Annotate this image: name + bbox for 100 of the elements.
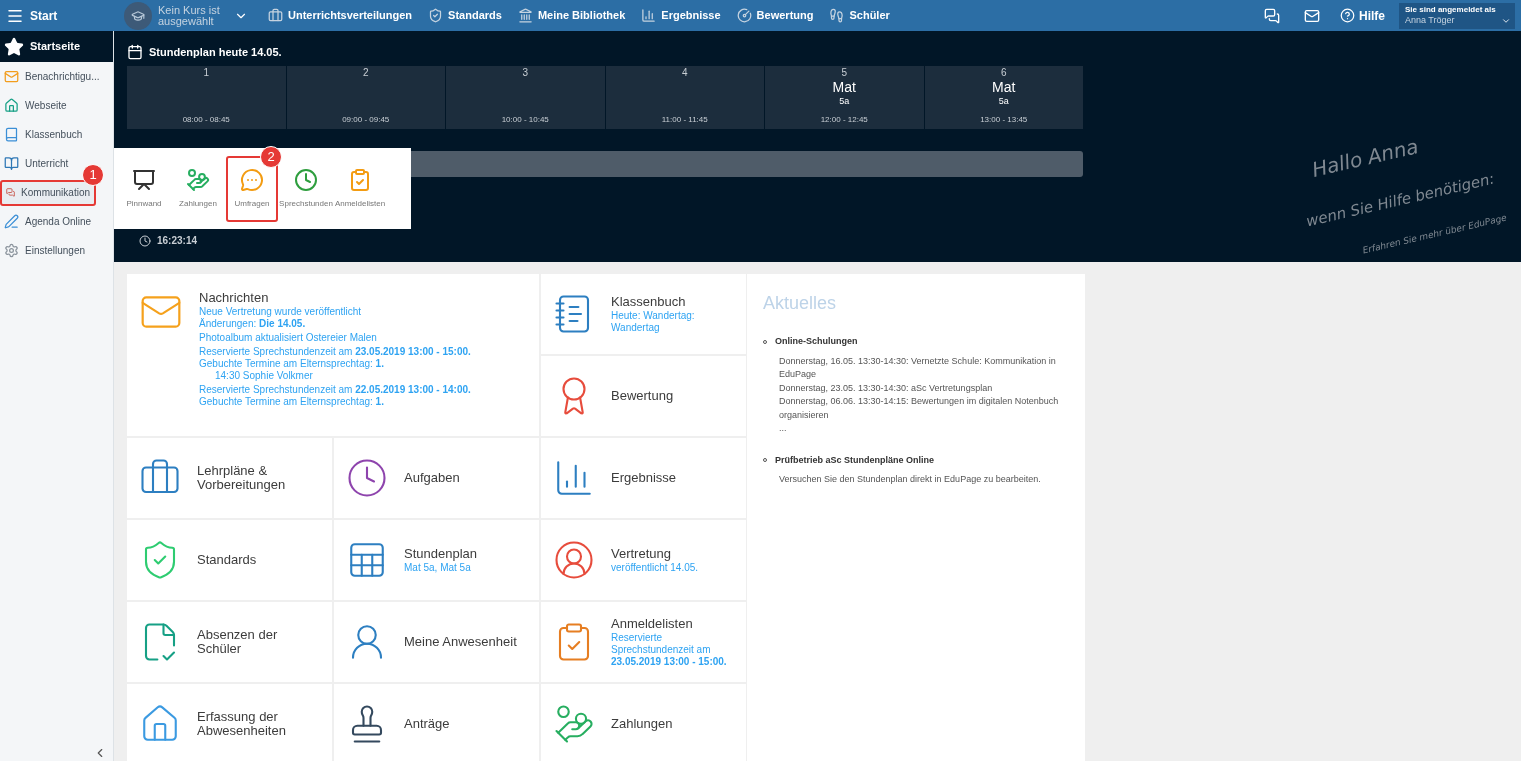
nav-link[interactable]: Bewertung — [736, 7, 814, 24]
popup-item[interactable]: Zahlungen — [172, 155, 224, 222]
news-line: Donnerstag, 16.05. 13:30-14:30: Vernetzte Schule: Kommunikation in EduPage — [779, 354, 1057, 381]
star-icon — [4, 36, 24, 57]
dashboard-tile[interactable]: Ergebnisse — [541, 438, 746, 518]
open-book-icon — [4, 156, 19, 171]
period-number: 4 — [681, 67, 688, 79]
timetable-cell[interactable]: 5 Mat 5a 12:00 - 12:45 — [765, 66, 924, 129]
dashboard-tile[interactable]: Zahlungen — [541, 684, 746, 761]
class-name: 5a — [839, 95, 850, 107]
period-time: 08:00 - 08:45 — [182, 114, 230, 126]
dashboard-tile[interactable]: Lehrpläne & Vorbereitungen — [127, 438, 332, 518]
dashboard-tile[interactable]: Anmeldelisten Reservierte Sprechstundenzeit am 23.05.2019 13:00 - 15:00. — [541, 602, 746, 682]
dashboard-tile[interactable]: Bewertung — [541, 356, 746, 436]
start-menu-button[interactable]: Start — [0, 0, 114, 31]
dashboard-tile[interactable]: Standards — [127, 520, 332, 600]
tile-title: Zahlungen — [611, 717, 673, 731]
tile-title: Stundenplan — [404, 546, 477, 561]
dashboard-tile[interactable]: Absenzen der Schüler — [127, 602, 332, 682]
nav-link[interactable]: Schüler — [829, 7, 890, 24]
mail-icon[interactable] — [1304, 7, 1320, 24]
shield-icon — [428, 8, 444, 23]
chat-icon[interactable] — [1264, 7, 1280, 24]
timetable-cell[interactable]: 1 08:00 - 08:45 — [127, 66, 286, 129]
tile-title: Ergebnisse — [611, 471, 677, 485]
timetable-cell[interactable]: 4 11:00 - 11:45 — [605, 66, 764, 129]
user-menu[interactable]: Sie sind angemeldet als Anna Tröger — [1399, 2, 1515, 29]
number-badge: 1 — [82, 164, 104, 186]
tile-title: Absenzen der Schüler — [197, 628, 279, 656]
user-name: Anna Tröger — [1405, 15, 1455, 26]
nav-link[interactable]: Meine Bibliothek — [517, 7, 626, 24]
clipboard-check-icon — [348, 167, 372, 192]
tile-subtitle: veröffentlicht 14.05. — [611, 561, 699, 574]
help-button[interactable]: Hilfe — [1340, 6, 1385, 25]
briefcase-icon — [268, 8, 283, 23]
clock-icon — [139, 234, 151, 247]
easel-icon — [132, 167, 156, 192]
chat-bubble-icon — [240, 167, 264, 192]
tile-title: Anträge — [404, 717, 450, 731]
subject-name: Mat — [832, 79, 856, 95]
graduation-cap-icon — [131, 8, 145, 23]
news-title: Aktuelles — [763, 292, 838, 315]
popup-item[interactable]: Anmeldelisten — [334, 155, 386, 222]
home-item[interactable]: Startseite — [0, 31, 113, 62]
sidebar-item[interactable]: Agenda Online — [0, 208, 110, 235]
course-selector[interactable]: Kein Kurs ist ausgewählt — [158, 4, 266, 27]
period-number: 1 — [203, 67, 210, 79]
dashboard-tile[interactable]: Meine Anwesenheit — [334, 602, 539, 682]
person-circle-icon — [553, 539, 595, 581]
tile-title: Klassenbuch — [611, 294, 687, 309]
money-hand-icon — [553, 703, 595, 745]
dashboard-tile[interactable]: Aufgaben — [334, 438, 539, 518]
timetable-cell[interactable]: 6 Mat 5a 13:00 - 13:45 — [924, 66, 1083, 129]
popup-item[interactable]: Pinnwand — [118, 155, 170, 222]
tile-subtitle: Reservierte Sprechstundenzeit am 23.05.2019 13:00 - 15:00. — [611, 631, 728, 668]
nav-link[interactable]: Standards — [428, 7, 502, 24]
timetable-cell[interactable]: 3 10:00 - 10:45 — [446, 66, 605, 129]
calendar-icon — [127, 44, 143, 60]
settings-icon — [4, 243, 19, 258]
news-heading[interactable]: Online-Schulungen — [775, 335, 858, 349]
tile-subtitle: Mat 5a, Mat 5a — [404, 561, 472, 574]
sidebar-item[interactable]: Kommunikation — [0, 179, 96, 206]
tile-title: Lehrpläne & Vorbereitungen — [197, 464, 287, 492]
timetable-cell[interactable]: 2 09:00 - 09:45 — [286, 66, 445, 129]
tile-title: Nachrichten — [199, 290, 270, 305]
clock-icon — [294, 167, 318, 192]
news-line: Donnerstag, 06.06. 13:30-14:15: Bewertungen im digitalen Notenbuch organisieren — [779, 395, 1060, 422]
help-greeting: Hallo Anna — [1308, 133, 1421, 182]
chat-icon — [6, 185, 16, 200]
sidebar-item[interactable]: Klassenbuch — [0, 121, 110, 148]
sidebar-item[interactable]: Einstellungen — [0, 237, 110, 264]
period-time: 12:00 - 12:45 — [820, 114, 868, 126]
period-number: 2 — [362, 67, 369, 79]
login-label: Sie sind angemeldet als — [1405, 5, 1497, 15]
dashboard-tile[interactable]: Stundenplan Mat 5a, Mat 5a — [334, 520, 539, 600]
news-heading[interactable]: Prüfbetrieb aSc Stundenpläne Online — [775, 453, 935, 467]
dashboard-tile[interactable]: Klassenbuch Heute: Wandertag: Wandertag — [541, 274, 746, 354]
period-time: 10:00 - 10:45 — [501, 114, 549, 126]
dashboard-tile[interactable]: Anträge — [334, 684, 539, 761]
dashboard-tile[interactable]: Erfassung der Abwesenheiten — [127, 684, 332, 761]
tile-title: Standards — [197, 553, 257, 567]
clock-icon — [346, 457, 388, 499]
number-badge: 2 — [260, 145, 282, 168]
sidebar-item[interactable]: Benachrichtigu... — [0, 63, 110, 90]
tile-subtitle: Heute: Wandertag: Wandertag — [611, 309, 696, 334]
sidebar-item[interactable]: Webseite — [0, 92, 110, 119]
tile-title: Vertretung — [611, 546, 672, 561]
help-icon — [1340, 8, 1355, 23]
book-icon — [4, 127, 19, 142]
nav-link[interactable]: Unterrichtsverteilungen — [268, 7, 413, 24]
money-hand-icon — [186, 167, 210, 192]
clock-time: 16:23:14 — [157, 234, 198, 248]
nav-link[interactable]: Ergebnisse — [641, 7, 721, 24]
news-line: ... — [779, 422, 788, 435]
dashboard-tile[interactable]: Vertretung veröffentlicht 14.05. — [541, 520, 746, 600]
tile-title: Erfassung der Abwesenheiten — [197, 710, 287, 738]
popup-item[interactable]: Sprechstunden — [280, 155, 332, 222]
period-number: 5 — [841, 67, 848, 79]
gauge-icon — [736, 8, 752, 23]
period-time: 13:00 - 13:45 — [980, 114, 1028, 126]
